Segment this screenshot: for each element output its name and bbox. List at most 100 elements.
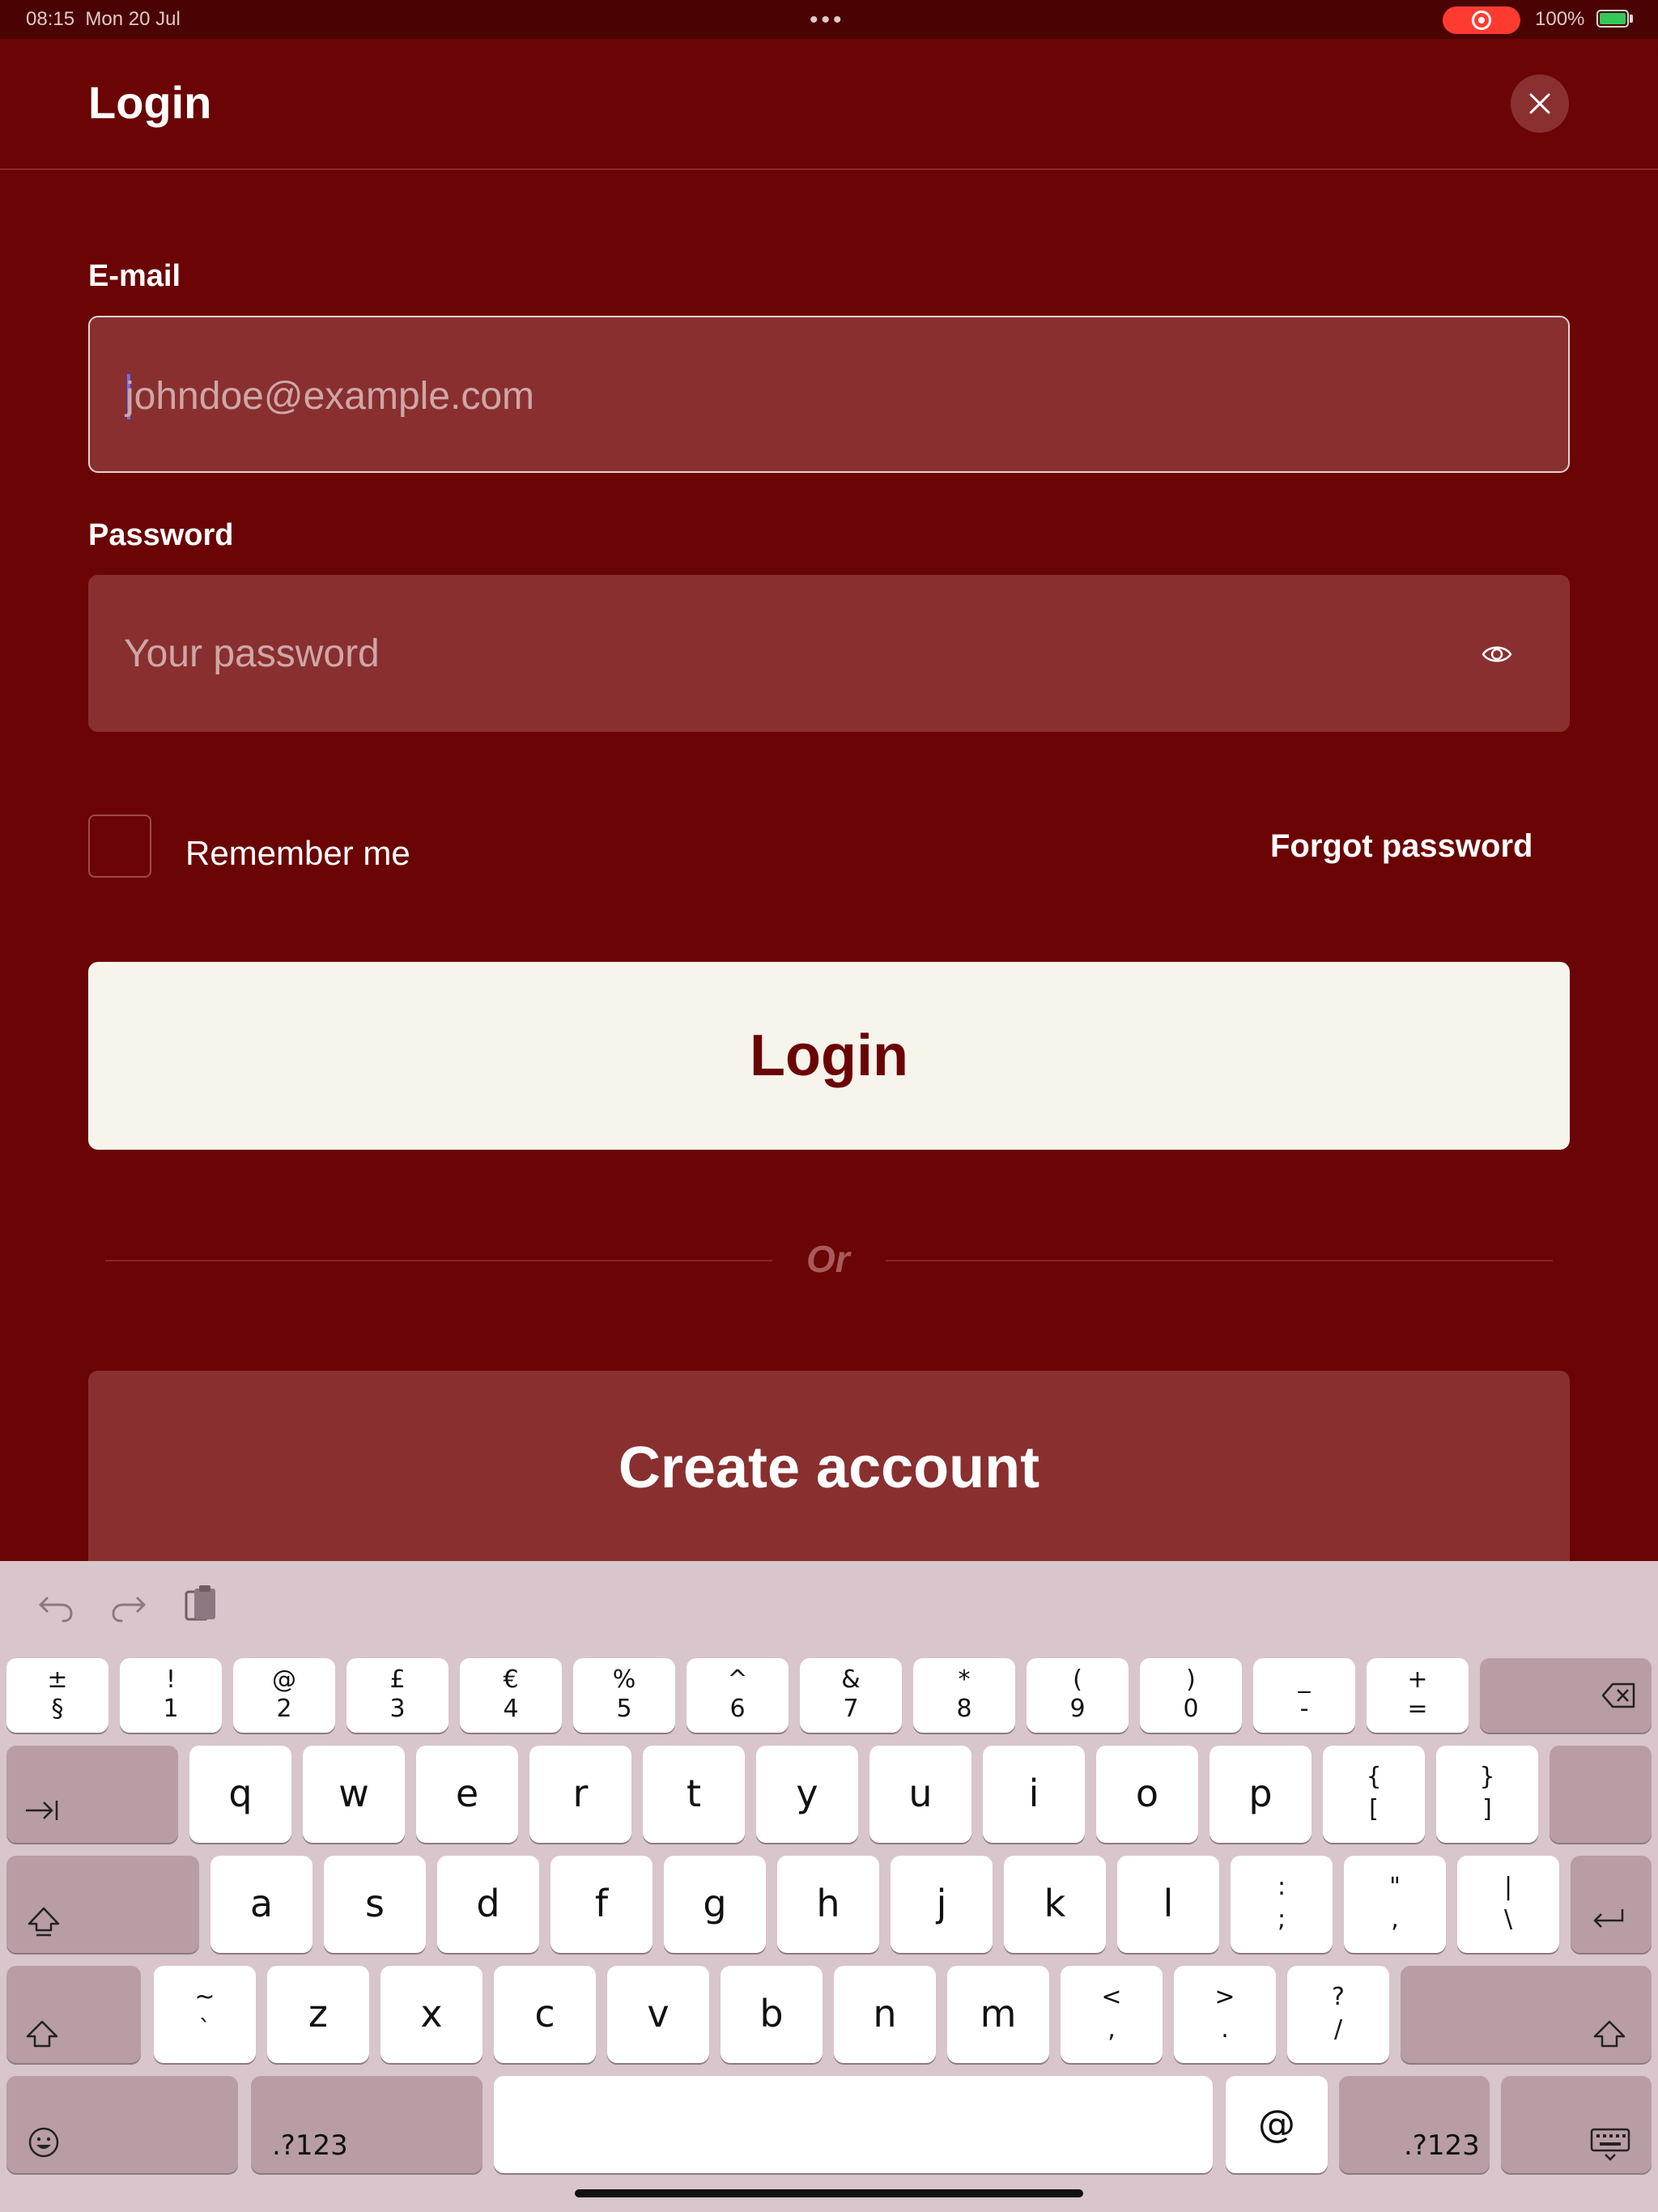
- key-§[interactable]: ± §: [6, 1658, 108, 1733]
- key-m[interactable]: m: [947, 1966, 1049, 2063]
- create-account-button[interactable]: Create account: [88, 1371, 1570, 1565]
- key-6[interactable]: ^ 6: [687, 1658, 789, 1733]
- key-=[interactable]: + =: [1367, 1658, 1469, 1733]
- key-j[interactable]: j: [891, 1856, 993, 1953]
- key-lower-label: =: [1407, 1695, 1428, 1723]
- forgot-password-link[interactable]: Forgot password: [1270, 828, 1533, 865]
- key-lower-label: \: [1503, 1905, 1513, 1933]
- emoji-key[interactable]: [6, 2076, 238, 2173]
- key-3[interactable]: £3: [346, 1658, 449, 1733]
- key-8[interactable]: * 8: [913, 1658, 1015, 1733]
- key-d[interactable]: d: [437, 1856, 539, 1953]
- key-label: h: [816, 1882, 840, 1925]
- key-bracket-0[interactable]: {[: [1323, 1746, 1425, 1843]
- key-punct2-1[interactable]: >.: [1174, 1966, 1276, 2063]
- tab-key[interactable]: [6, 1746, 178, 1843]
- key-h[interactable]: h: [777, 1856, 879, 1953]
- login-button[interactable]: Login: [88, 962, 1570, 1150]
- key-c[interactable]: c: [494, 1966, 596, 2063]
- key-k[interactable]: k: [1004, 1856, 1106, 1953]
- key-g[interactable]: g: [664, 1856, 766, 1953]
- status-bar: 08:15 Mon 20 Jul ••• 100%: [0, 0, 1658, 39]
- redo-icon[interactable]: [107, 1584, 149, 1626]
- key-punct2-2[interactable]: ? /: [1287, 1966, 1389, 2063]
- key-punct-1[interactable]: ",: [1344, 1856, 1446, 1953]
- key-2[interactable]: @2: [233, 1658, 335, 1733]
- space-bar[interactable]: [494, 2076, 1213, 2173]
- dismiss-keyboard-key[interactable]: [1501, 2076, 1652, 2173]
- key-punct-2[interactable]: | \: [1457, 1856, 1559, 1953]
- return-key-upper[interactable]: [1550, 1746, 1652, 1843]
- key-i[interactable]: i: [983, 1746, 1085, 1843]
- key-upper-label: _: [1298, 1665, 1311, 1694]
- delete-key[interactable]: [1480, 1658, 1652, 1733]
- key-label: a: [249, 1882, 274, 1925]
- key-x[interactable]: x: [380, 1966, 483, 2063]
- screen-recording-indicator[interactable]: [1443, 6, 1520, 34]
- battery-fill: [1600, 13, 1626, 24]
- key-lower-label: -: [1299, 1695, 1309, 1723]
- email-field[interactable]: johndoe@example.com: [88, 316, 1570, 473]
- at-key[interactable]: @: [1226, 2076, 1328, 2173]
- key-bracket-1[interactable]: }]: [1436, 1746, 1538, 1843]
- key-upper-label: ?: [1332, 1983, 1345, 2011]
- key-punct2-0[interactable]: <,: [1061, 1966, 1163, 2063]
- key-n[interactable]: n: [834, 1966, 936, 2063]
- key-v[interactable]: v: [607, 1966, 709, 2063]
- key-5[interactable]: % 5: [573, 1658, 675, 1733]
- key-lower-label: 4: [503, 1695, 519, 1723]
- battery-tip: [1630, 15, 1633, 23]
- key-4[interactable]: €4: [460, 1658, 562, 1733]
- key-y[interactable]: y: [756, 1746, 858, 1843]
- battery-icon: [1596, 10, 1629, 28]
- emoji-icon: [28, 2127, 59, 2158]
- key-label: .?123: [1404, 2129, 1480, 2162]
- key-a[interactable]: a: [210, 1856, 312, 1953]
- key-lower-label: ;: [1277, 1905, 1286, 1933]
- password-field[interactable]: Your password: [88, 575, 1570, 732]
- remember-me-label[interactable]: Remember me: [185, 834, 410, 873]
- shift-key-left[interactable]: [6, 1966, 141, 2063]
- key--[interactable]: _ -: [1253, 1658, 1355, 1733]
- key-punct-0[interactable]: :;: [1231, 1856, 1333, 1953]
- key-f[interactable]: f: [551, 1856, 653, 1953]
- key-o[interactable]: o: [1096, 1746, 1198, 1843]
- key-u[interactable]: u: [869, 1746, 971, 1843]
- remember-me-checkbox[interactable]: [88, 815, 151, 878]
- multitasking-dots[interactable]: •••: [810, 6, 845, 34]
- numbers-key-right[interactable]: .?123: [1339, 2076, 1490, 2173]
- key-z[interactable]: z: [267, 1966, 369, 2063]
- key-upper-label: }: [1479, 1763, 1495, 1791]
- key-p[interactable]: p: [1209, 1746, 1312, 1843]
- caps-lock-key[interactable]: [6, 1856, 199, 1953]
- home-indicator[interactable]: [575, 2189, 1083, 2197]
- key-s[interactable]: s: [324, 1856, 426, 1953]
- shift-key-right[interactable]: [1401, 1966, 1652, 2063]
- key-upper-label: {: [1366, 1763, 1382, 1791]
- key-tilde[interactable]: ~ `: [154, 1966, 256, 2063]
- key-label: p: [1248, 1772, 1273, 1815]
- key-r[interactable]: r: [529, 1746, 631, 1843]
- key-e[interactable]: e: [416, 1746, 518, 1843]
- key-label: r: [572, 1772, 589, 1815]
- paste-icon[interactable]: [180, 1584, 222, 1626]
- key-0[interactable]: ) 0: [1140, 1658, 1242, 1733]
- or-divider-left: [105, 1260, 772, 1261]
- key-upper-label: :: [1277, 1873, 1286, 1901]
- undo-icon[interactable]: [36, 1584, 78, 1626]
- key-l[interactable]: l: [1117, 1856, 1219, 1953]
- return-key[interactable]: [1571, 1856, 1652, 1953]
- numbers-key-left[interactable]: .?123: [251, 2076, 483, 2173]
- key-9[interactable]: (9: [1027, 1658, 1129, 1733]
- key-t[interactable]: t: [643, 1746, 745, 1843]
- key-upper-label: €: [503, 1665, 519, 1694]
- key-7[interactable]: & 7: [800, 1658, 902, 1733]
- key-w[interactable]: w: [303, 1746, 405, 1843]
- key-1[interactable]: ! 1: [120, 1658, 222, 1733]
- close-button[interactable]: [1511, 74, 1569, 133]
- key-q[interactable]: q: [189, 1746, 291, 1843]
- key-label: t: [686, 1772, 702, 1815]
- key-upper-label: ^: [727, 1665, 748, 1694]
- key-b[interactable]: b: [721, 1966, 823, 2063]
- eye-icon[interactable]: [1481, 638, 1513, 670]
